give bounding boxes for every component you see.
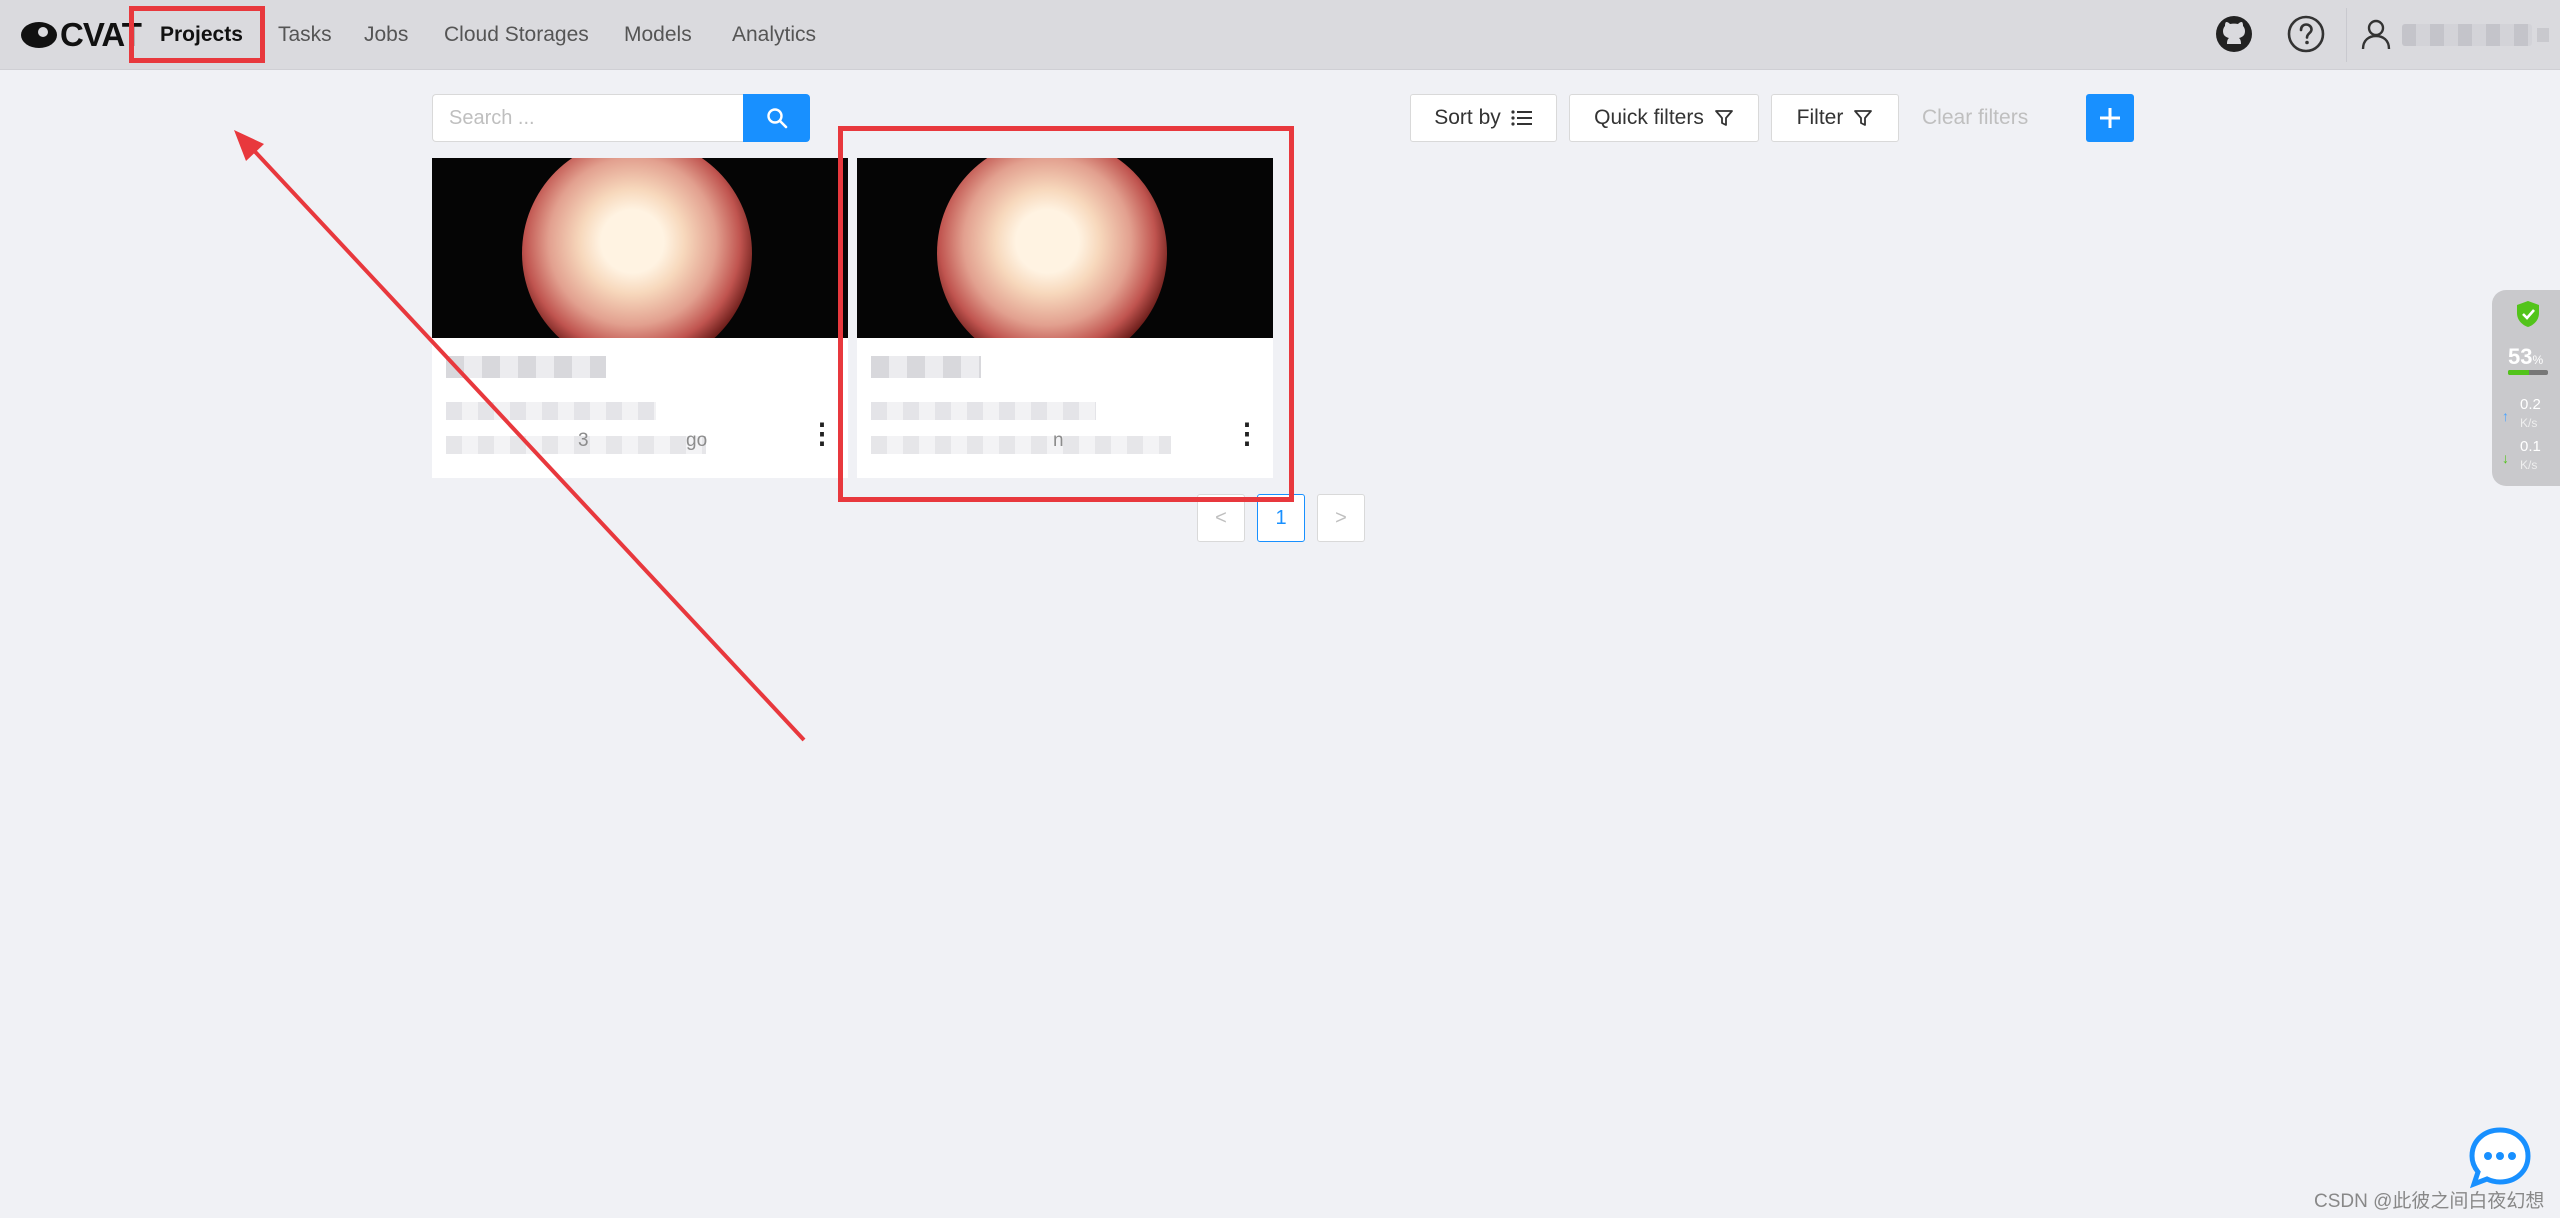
project-updated-blurred	[446, 436, 706, 454]
network-monitor-widget[interactable]: 53% ↑ 0.2 K/s ↓ 0.1 K/s	[2492, 290, 2560, 486]
download-speed: 0.1	[2520, 438, 2541, 455]
project-card[interactable]: 3 go ⋮	[432, 158, 848, 478]
shield-check-icon	[2517, 301, 2539, 327]
search-input[interactable]	[432, 94, 743, 142]
search-button[interactable]	[743, 94, 810, 142]
memory-percent: 53%	[2508, 344, 2544, 369]
watermark-text: CSDN @此彼之间白夜幻想	[2314, 1191, 2545, 1212]
preview-blurred-content	[522, 158, 752, 338]
upload-arrow-icon: ↑	[2502, 408, 2509, 424]
sort-list-icon	[1511, 110, 1532, 126]
project-actions-menu-icon[interactable]: ⋮	[808, 420, 836, 448]
username-extra-blurred	[2537, 28, 2549, 42]
quick-filters-button[interactable]: Quick filters	[1569, 94, 1759, 142]
download-speed-unit: K/s	[2520, 458, 2538, 472]
funnel-icon	[1714, 110, 1733, 126]
project-preview-image[interactable]	[432, 158, 848, 338]
pagination-next-button[interactable]: >	[1317, 494, 1365, 542]
annotation-highlight-project-card	[838, 126, 1294, 502]
plus-icon	[2100, 108, 2120, 128]
nav-tasks[interactable]: Tasks	[278, 0, 332, 70]
clear-filters-button[interactable]: Clear filters	[1922, 94, 2028, 142]
nav-models[interactable]: Models	[624, 0, 692, 70]
create-project-button[interactable]	[2086, 94, 2134, 142]
upload-speed: 0.2	[2520, 396, 2541, 413]
chat-support-icon[interactable]	[2468, 1126, 2532, 1190]
project-meta-fragment: go	[686, 430, 708, 451]
project-title-blurred[interactable]	[446, 356, 606, 378]
memory-usage-bar	[2508, 370, 2548, 375]
sort-by-button[interactable]: Sort by	[1410, 94, 1557, 142]
search-icon	[766, 108, 787, 129]
github-icon[interactable]	[2214, 14, 2254, 54]
nav-jobs[interactable]: Jobs	[364, 0, 408, 70]
user-icon[interactable]	[2358, 16, 2394, 52]
username-blurred[interactable]	[2402, 24, 2532, 46]
sort-by-label: Sort by	[1434, 106, 1501, 129]
project-owner-blurred	[446, 402, 656, 420]
header-divider	[2346, 8, 2347, 62]
memory-usage-fill	[2508, 370, 2530, 375]
filter-button[interactable]: Filter	[1771, 94, 1899, 142]
download-arrow-icon: ↓	[2502, 450, 2509, 466]
nav-analytics[interactable]: Analytics	[732, 0, 816, 70]
funnel-icon	[1854, 110, 1873, 126]
quick-filters-label: Quick filters	[1594, 106, 1704, 129]
cvat-eye-icon	[21, 22, 57, 48]
annotation-highlight-projects	[129, 6, 265, 63]
nav-cloud-storages[interactable]: Cloud Storages	[444, 0, 589, 70]
cvat-logo[interactable]: CVAT	[20, 14, 142, 56]
help-icon[interactable]	[2286, 14, 2326, 54]
upload-speed-unit: K/s	[2520, 416, 2538, 430]
top-navbar: CVAT Projects Tasks Jobs Cloud Storages …	[0, 0, 2560, 70]
filter-label: Filter	[1796, 106, 1844, 129]
project-meta-fragment: 3	[578, 430, 589, 451]
